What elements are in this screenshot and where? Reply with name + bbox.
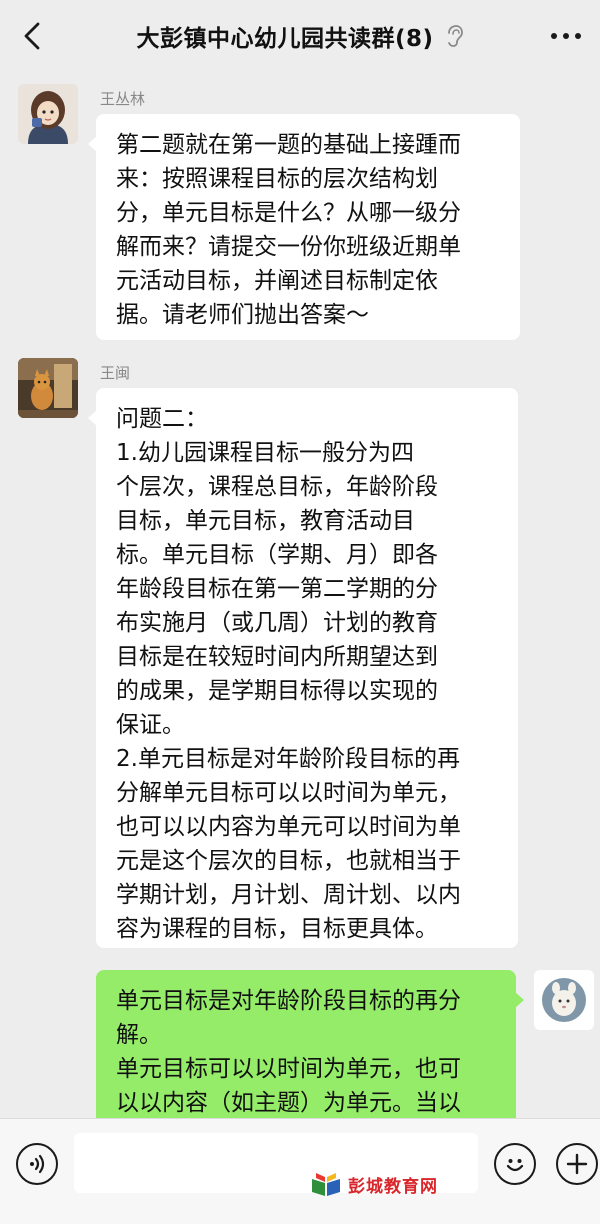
input-bar: 彭城教育网: [0, 1118, 600, 1224]
voice-icon: [30, 1154, 45, 1174]
avatar-girl-icon: [18, 84, 78, 144]
sender-name: 王闽: [100, 364, 131, 382]
chat-message-list[interactable]: 王丛林 第二题就在第一题的基础上接踵而 来：按照课程目标的层次结构划 分，单元目…: [0, 72, 600, 1118]
chevron-left-icon: [24, 22, 40, 50]
emoji-button[interactable]: [494, 1143, 536, 1185]
message-bubble-outgoing[interactable]: 单元目标是对年龄阶段目标的再分 解。 单元目标可以以时间为单元，也可 以以内容（…: [96, 970, 524, 1118]
chat-header: 大彭镇中心幼儿园共读群(8): [0, 0, 600, 72]
message-bubble[interactable]: 第二题就在第一题的基础上接踵而 来：按照课程目标的层次结构划 分，单元目标是什么…: [88, 114, 520, 340]
plus-button[interactable]: [556, 1143, 598, 1185]
ear-icon: [444, 24, 464, 48]
watermark: 彭城教育网: [310, 1171, 438, 1197]
emoji-icon: [506, 1159, 524, 1172]
more-dots-icon: [551, 33, 581, 39]
avatar[interactable]: [18, 84, 78, 144]
avatar-self[interactable]: [534, 970, 594, 1030]
title-wrap: 大彭镇中心幼儿园共读群(8): [136, 19, 463, 53]
plus-icon: [566, 1153, 588, 1175]
message-input[interactable]: 彭城教育网: [74, 1133, 478, 1197]
voice-button[interactable]: [16, 1143, 58, 1185]
avatar-alpaca-icon: [534, 970, 594, 1030]
avatar-cat-photo-icon: [18, 358, 78, 418]
book-logo-icon: [312, 1173, 340, 1196]
more-button[interactable]: [546, 18, 586, 54]
avatar[interactable]: [18, 358, 78, 418]
chat-title: 大彭镇中心幼儿园共读群(8): [136, 26, 434, 52]
back-button[interactable]: [14, 18, 50, 54]
message-bubble[interactable]: 问题二： 1.幼儿园课程目标一般分为四 个层次，课程总目标，年龄阶段 目标，单元…: [88, 388, 518, 948]
watermark-text: 彭城教育网: [348, 1176, 438, 1197]
sender-name: 王丛林: [100, 90, 146, 108]
